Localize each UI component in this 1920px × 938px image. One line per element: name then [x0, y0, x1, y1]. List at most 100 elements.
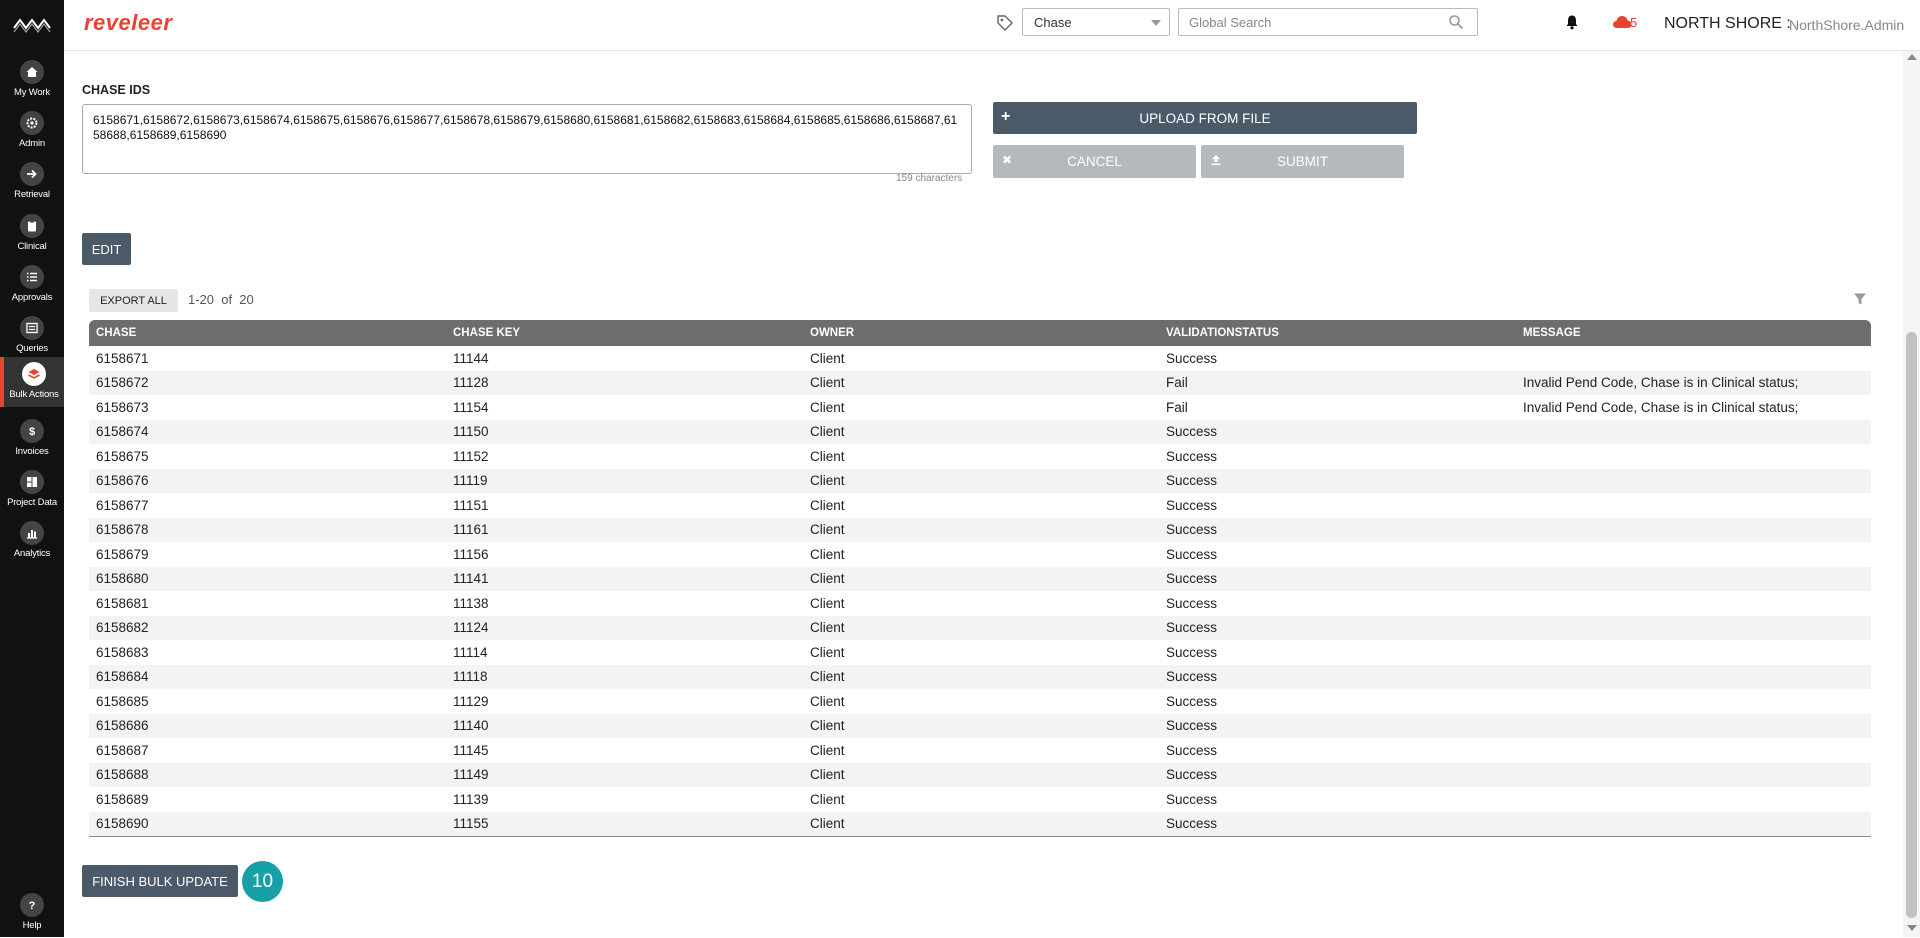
sidebar-item-queries[interactable]: Queries — [0, 311, 64, 361]
arrow-in-icon — [20, 162, 44, 186]
sidebar-item-clinical[interactable]: Clinical — [0, 209, 64, 259]
plus-icon: + — [1001, 108, 1011, 125]
bell-icon[interactable] — [1564, 14, 1580, 30]
table-row[interactable]: 6158684 11118 Client Success — [89, 664, 1871, 690]
table-row[interactable]: 6158675 11152 Client Success — [89, 444, 1871, 469]
cell-message — [1516, 714, 1871, 739]
help-icon: ? — [20, 893, 44, 917]
sidebar-item-project-data[interactable]: Project Data — [0, 465, 64, 515]
table-row[interactable]: 6158671 11144 Client Success — [89, 346, 1871, 371]
table-row[interactable]: 6158683 11114 Client Success — [89, 640, 1871, 665]
table-row[interactable]: 6158672 11128 Client Fail Invalid Pend Code,… — [89, 370, 1871, 395]
table-row[interactable]: 6158674 11150 Client Success — [89, 419, 1871, 444]
sidebar-item-approvals[interactable]: Approvals — [0, 260, 64, 310]
scrollbar-thumb[interactable] — [1906, 332, 1917, 918]
table-row[interactable]: 6158677 11151 Client Success — [89, 493, 1871, 518]
sidebar-item-label: Project Data — [7, 497, 57, 508]
brand-logo[interactable]: reveleer — [84, 10, 172, 36]
table-row[interactable]: 6158690 11155 Client Success — [89, 811, 1871, 836]
cell-validation-status: Success — [1166, 644, 1218, 660]
cell-chase-key: 11118 — [453, 669, 488, 685]
sidebar-item-analytics[interactable]: Analytics — [0, 516, 64, 566]
cell-chase: 6158673 — [96, 399, 149, 415]
cell-validation-status: Success — [1166, 693, 1218, 709]
chase-ids-textarea[interactable]: 6158671,6158672,6158673,6158674,6158675,… — [82, 104, 972, 174]
table-row[interactable]: 6158685 11129 Client Success — [89, 689, 1871, 714]
sidebar-item-admin[interactable]: Admin — [0, 106, 64, 156]
sidebar-item-retrieval[interactable]: Retrieval — [0, 157, 64, 207]
scroll-down-icon[interactable] — [1907, 925, 1917, 931]
sidebar-item-invoices[interactable]: $ Invoices — [0, 414, 64, 464]
cell-owner: Client — [810, 669, 845, 685]
cell-chase: 6158681 — [96, 595, 149, 611]
table-row[interactable]: 6158688 11149 Client Success — [89, 762, 1871, 787]
home-icon — [20, 60, 44, 84]
cell-chase: 6158684 — [96, 669, 149, 685]
cell-owner: Client — [810, 448, 845, 464]
cell-owner: Client — [810, 644, 845, 660]
table-row[interactable]: 6158680 11141 Client Success — [89, 566, 1871, 592]
sidebar-item-help[interactable]: ? Help — [0, 888, 64, 938]
column-header-validation-status[interactable]: VALIDATIONSTATUS — [1159, 320, 1516, 346]
cell-validation-status: Success — [1166, 424, 1218, 440]
character-count: 159 characters — [896, 173, 963, 184]
cell-owner: Client — [810, 718, 845, 734]
cell-chase-key: 11141 — [453, 571, 489, 587]
user-name[interactable]: NorthShore.Admin — [1789, 17, 1904, 33]
table-row[interactable]: 6158686 11140 Client Success — [89, 713, 1871, 739]
edit-button[interactable]: EDIT — [82, 233, 131, 265]
column-header-owner[interactable]: OWNER — [803, 320, 1159, 346]
cell-chase: 6158688 — [96, 767, 149, 783]
tag-icon[interactable] — [996, 14, 1014, 32]
cell-validation-status: Success — [1166, 473, 1218, 489]
global-search-input[interactable] — [1178, 8, 1478, 36]
table-row[interactable]: 6158679 11156 Client Success — [89, 542, 1871, 567]
app-logo-icon[interactable] — [12, 14, 52, 34]
cancel-button[interactable]: ✖ CANCEL — [993, 145, 1196, 178]
cell-chase: 6158687 — [96, 742, 149, 758]
sidebar-item-my-work[interactable]: My Work — [0, 55, 64, 105]
table-row[interactable]: 6158676 11119 Client Success — [89, 468, 1871, 493]
cell-owner: Client — [810, 399, 845, 415]
cell-chase-key: 11138 — [453, 595, 489, 611]
cell-chase: 6158672 — [96, 375, 149, 391]
table-row[interactable]: 6158678 11161 Client Success — [89, 517, 1871, 542]
column-header-chase-key[interactable]: CHASE KEY — [446, 320, 803, 346]
cell-message — [1516, 640, 1871, 665]
column-header-chase[interactable]: CHASE — [89, 320, 446, 346]
finish-bulk-update-button[interactable]: FINISH BULK UPDATE — [82, 865, 238, 897]
cell-owner: Client — [810, 375, 845, 391]
top-header: reveleer Chase 5 NORTH SHORE : NorthShor… — [64, 0, 1920, 51]
export-all-button[interactable]: EXPORT ALL — [89, 289, 178, 312]
cell-message — [1516, 567, 1871, 592]
search-type-select[interactable]: Chase — [1022, 8, 1170, 36]
table-row[interactable]: 6158689 11139 Client Success — [89, 787, 1871, 812]
cell-validation-status: Fail — [1166, 375, 1188, 391]
sidebar-item-bulk-actions[interactable]: Bulk Actions — [0, 357, 64, 407]
cell-chase-key: 11140 — [453, 718, 489, 734]
cell-validation-status: Success — [1166, 767, 1218, 783]
checklist-icon — [20, 265, 44, 289]
cell-message — [1516, 665, 1871, 690]
search-icon[interactable] — [1448, 14, 1464, 30]
table-row[interactable]: 6158673 11154 Client Fail Invalid Pend Code,… — [89, 395, 1871, 420]
table-row[interactable]: 6158682 11124 Client Success — [89, 615, 1871, 640]
cell-chase: 6158682 — [96, 620, 149, 636]
table-row[interactable]: 6158681 11138 Client Success — [89, 591, 1871, 616]
cell-owner: Client — [810, 497, 845, 513]
cell-owner: Client — [810, 791, 845, 807]
chase-ids-label: CHASE IDS — [82, 83, 151, 97]
cell-validation-status: Success — [1166, 620, 1218, 636]
column-header-message[interactable]: MESSAGE — [1516, 320, 1871, 346]
cell-owner: Client — [810, 350, 845, 366]
upload-from-file-button[interactable]: + UPLOAD FROM FILE — [993, 102, 1417, 134]
cell-owner: Client — [810, 816, 845, 831]
cell-message — [1516, 787, 1871, 812]
table-row[interactable]: 6158687 11145 Client Success — [89, 738, 1871, 763]
cell-validation-status: Success — [1166, 718, 1218, 734]
cell-message — [1516, 346, 1871, 371]
submit-button[interactable]: SUBMIT — [1201, 145, 1404, 178]
cell-message — [1516, 689, 1871, 714]
scroll-up-icon[interactable] — [1907, 54, 1917, 60]
filter-icon[interactable] — [1853, 292, 1867, 306]
